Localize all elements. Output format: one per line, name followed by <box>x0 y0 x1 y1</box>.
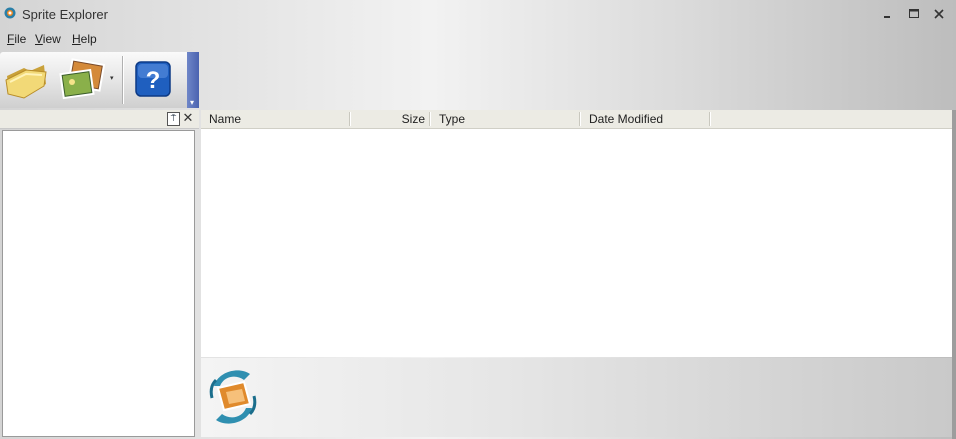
column-header-size[interactable]: Size <box>350 110 425 128</box>
svg-text:?: ? <box>146 67 161 94</box>
window-title: Sprite Explorer <box>22 7 108 22</box>
open-folder-icon[interactable] <box>4 58 48 102</box>
pin-icon[interactable]: ⍑ <box>167 112 180 126</box>
column-divider[interactable] <box>429 112 430 126</box>
column-header-date-modified[interactable]: Date Modified <box>589 110 663 128</box>
column-divider[interactable] <box>709 112 710 126</box>
close-icon <box>934 9 944 19</box>
app-logo-icon <box>209 370 257 424</box>
minimize-button[interactable] <box>880 6 896 22</box>
column-divider[interactable] <box>579 112 580 126</box>
menu-help[interactable]: Help <box>72 32 97 46</box>
preview-area <box>201 358 952 437</box>
close-button[interactable] <box>931 6 947 22</box>
folder-tree-panel[interactable] <box>2 130 195 437</box>
maximize-button[interactable] <box>906 6 922 22</box>
list-header <box>201 110 952 129</box>
column-header-type[interactable]: Type <box>439 110 465 128</box>
images-icon[interactable] <box>58 58 106 102</box>
panel-close-icon[interactable]: ✕ <box>182 111 194 125</box>
help-icon[interactable]: ? <box>135 61 171 97</box>
toolbar-separator <box>122 56 123 104</box>
window-border <box>952 110 956 439</box>
minimize-icon <box>884 16 890 18</box>
menu-file[interactable]: File <box>7 32 26 46</box>
title-bar[interactable] <box>0 0 956 28</box>
file-list[interactable] <box>201 129 952 357</box>
menu-view[interactable]: View <box>35 32 61 46</box>
images-dropdown-arrow-icon[interactable]: ▾ <box>110 74 114 82</box>
app-logo-icon <box>4 7 16 19</box>
toolbar-overflow-icon[interactable]: ▾ <box>190 98 194 107</box>
maximize-icon <box>909 9 919 18</box>
column-header-name[interactable]: Name <box>209 110 241 128</box>
